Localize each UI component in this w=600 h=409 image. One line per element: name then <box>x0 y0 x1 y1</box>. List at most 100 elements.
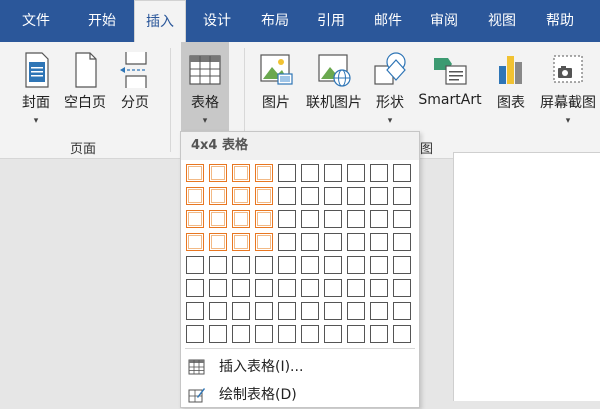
table-grid-cell[interactable] <box>232 256 250 274</box>
table-grid-cell[interactable] <box>232 187 250 205</box>
table-grid-cell[interactable] <box>278 325 296 343</box>
table-grid-cell[interactable] <box>209 325 227 343</box>
tab-insert[interactable]: 插入 <box>134 0 186 42</box>
table-grid-cell[interactable] <box>370 256 388 274</box>
table-grid-cell[interactable] <box>232 210 250 228</box>
table-grid-cell[interactable] <box>255 256 273 274</box>
table-button[interactable]: 表格 ▾ <box>181 42 229 132</box>
table-grid-cell[interactable] <box>301 164 319 182</box>
table-grid-cell[interactable] <box>324 187 342 205</box>
table-grid-cell[interactable] <box>301 302 319 320</box>
table-grid-cell[interactable] <box>324 210 342 228</box>
insert-table-menu-item[interactable]: 插入表格(I)... <box>181 353 419 381</box>
table-grid-cell[interactable] <box>347 256 365 274</box>
document-page[interactable] <box>453 152 600 401</box>
tab-review[interactable]: 审阅 <box>416 0 472 42</box>
table-grid-cell[interactable] <box>209 210 227 228</box>
table-grid-cell[interactable] <box>186 187 204 205</box>
table-grid-cell[interactable] <box>393 187 411 205</box>
table-grid-cell[interactable] <box>255 164 273 182</box>
tab-layout[interactable]: 布局 <box>248 0 302 42</box>
picture-button[interactable]: 图片 <box>254 42 298 132</box>
table-grid-cell[interactable] <box>232 233 250 251</box>
shapes-button[interactable]: 形状 ▾ <box>368 42 412 132</box>
table-grid-cell[interactable] <box>232 325 250 343</box>
table-grid-cell[interactable] <box>370 279 388 297</box>
table-grid-cell[interactable] <box>278 187 296 205</box>
table-grid-cell[interactable] <box>301 279 319 297</box>
table-grid-cell[interactable] <box>186 256 204 274</box>
table-grid-cell[interactable] <box>393 210 411 228</box>
table-grid-cell[interactable] <box>209 233 227 251</box>
table-grid-cell[interactable] <box>278 302 296 320</box>
table-grid-cell[interactable] <box>347 302 365 320</box>
tab-help[interactable]: 帮助 <box>532 0 588 42</box>
table-grid-cell[interactable] <box>301 187 319 205</box>
table-grid-cell[interactable] <box>186 210 204 228</box>
table-grid-cell[interactable] <box>393 325 411 343</box>
tab-design[interactable]: 设计 <box>186 0 248 42</box>
table-grid-cell[interactable] <box>301 210 319 228</box>
table-grid-cell[interactable] <box>324 279 342 297</box>
table-grid-cell[interactable] <box>370 210 388 228</box>
table-grid-cell[interactable] <box>393 164 411 182</box>
table-grid-cell[interactable] <box>370 164 388 182</box>
table-grid-cell[interactable] <box>209 164 227 182</box>
table-grid-cell[interactable] <box>186 302 204 320</box>
page-break-button[interactable]: 分页 <box>114 42 156 132</box>
chart-button[interactable]: 图表 <box>490 42 532 132</box>
blank-page-button[interactable]: 空白页 <box>60 42 110 132</box>
table-grid-cell[interactable] <box>186 233 204 251</box>
tab-home[interactable]: 开始 <box>70 0 134 42</box>
online-picture-button[interactable]: 联机图片 <box>302 42 366 132</box>
table-grid-cell[interactable] <box>370 187 388 205</box>
table-grid-cell[interactable] <box>324 233 342 251</box>
table-grid-cell[interactable] <box>255 302 273 320</box>
table-grid-cell[interactable] <box>347 187 365 205</box>
table-grid-cell[interactable] <box>347 279 365 297</box>
table-grid-cell[interactable] <box>370 325 388 343</box>
table-grid-cell[interactable] <box>209 302 227 320</box>
screenshot-button[interactable]: 屏幕截图 ▾ <box>536 42 600 132</box>
table-grid-cell[interactable] <box>255 279 273 297</box>
table-grid-cell[interactable] <box>324 302 342 320</box>
table-grid-cell[interactable] <box>209 279 227 297</box>
smartart-button[interactable]: SmartArt <box>414 42 486 132</box>
table-grid-cell[interactable] <box>393 302 411 320</box>
table-grid-cell[interactable] <box>209 187 227 205</box>
table-grid-cell[interactable] <box>370 233 388 251</box>
table-grid-cell[interactable] <box>255 187 273 205</box>
table-grid-cell[interactable] <box>347 325 365 343</box>
table-grid-cell[interactable] <box>393 233 411 251</box>
table-grid-cell[interactable] <box>278 164 296 182</box>
table-grid-cell[interactable] <box>347 233 365 251</box>
draw-table-menu-item[interactable]: 绘制表格(D) <box>181 381 419 409</box>
table-grid-cell[interactable] <box>278 256 296 274</box>
tab-file[interactable]: 文件 <box>2 0 70 42</box>
table-grid-cell[interactable] <box>232 279 250 297</box>
table-grid-cell[interactable] <box>232 164 250 182</box>
table-grid-cell[interactable] <box>186 164 204 182</box>
table-grid-cell[interactable] <box>324 164 342 182</box>
table-grid-cell[interactable] <box>370 302 388 320</box>
table-grid-cell[interactable] <box>255 210 273 228</box>
table-grid-cell[interactable] <box>209 256 227 274</box>
table-grid-cell[interactable] <box>278 233 296 251</box>
table-grid-cell[interactable] <box>186 325 204 343</box>
table-grid-cell[interactable] <box>278 210 296 228</box>
table-grid-cell[interactable] <box>301 325 319 343</box>
table-grid-cell[interactable] <box>393 256 411 274</box>
table-grid-cell[interactable] <box>324 256 342 274</box>
table-grid-cell[interactable] <box>255 233 273 251</box>
tab-view[interactable]: 视图 <box>472 0 532 42</box>
table-grid-cell[interactable] <box>278 279 296 297</box>
table-grid-cell[interactable] <box>255 325 273 343</box>
tab-references[interactable]: 引用 <box>302 0 360 42</box>
table-grid-cell[interactable] <box>324 325 342 343</box>
table-grid-cell[interactable] <box>186 279 204 297</box>
table-grid-cell[interactable] <box>347 164 365 182</box>
table-grid-cell[interactable] <box>301 256 319 274</box>
table-grid-cell[interactable] <box>232 302 250 320</box>
tab-mailings[interactable]: 邮件 <box>360 0 416 42</box>
cover-page-button[interactable]: 封面 ▾ <box>14 42 58 132</box>
